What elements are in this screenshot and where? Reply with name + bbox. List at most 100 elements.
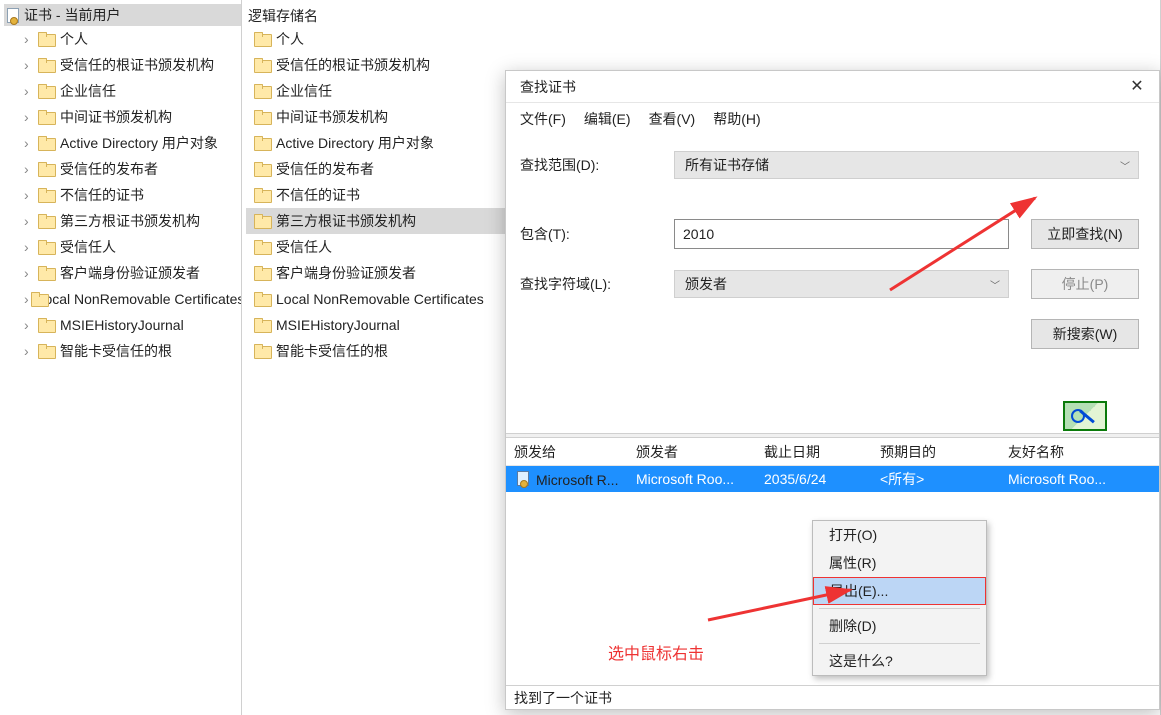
list-item-label: 受信任的发布者 [276, 159, 374, 179]
tree-item-label: 受信任的根证书颁发机构 [60, 55, 214, 75]
result-row[interactable]: Microsoft R... Microsoft Roo... 2035/6/2… [506, 466, 1159, 492]
folder-icon [254, 32, 270, 46]
scope-combo[interactable]: 所有证书存储 ﹀ [674, 151, 1139, 179]
expand-arrow-icon[interactable]: › [24, 317, 36, 333]
expand-arrow-icon[interactable]: › [24, 135, 36, 151]
column-header[interactable]: 逻辑存储名 [242, 0, 1160, 26]
chevron-down-icon: ﹀ [990, 277, 1000, 292]
annotation-text: 选中鼠标右击 [608, 640, 704, 664]
list-item-label: 客户端身份验证颁发者 [276, 263, 416, 283]
folder-icon [38, 266, 54, 280]
context-menu-item[interactable]: 删除(D) [813, 612, 986, 640]
folder-icon [254, 188, 270, 202]
tree-item[interactable]: ›智能卡受信任的根 [4, 338, 241, 364]
grid-header[interactable]: 颁发给 颁发者 截止日期 预期目的 友好名称 [506, 438, 1159, 466]
tree-item[interactable]: › 客户端身份验证颁发者 [4, 260, 241, 286]
tree-root-label: 证书 - 当前用户 [24, 5, 120, 25]
col-purpose[interactable]: 预期目的 [872, 438, 1000, 465]
folder-icon [38, 110, 54, 124]
find-now-button[interactable]: 立即查找(N) [1031, 219, 1139, 249]
menu-edit[interactable]: 编辑(E) [584, 109, 631, 129]
expand-arrow-icon[interactable]: › [24, 31, 36, 47]
tree-item[interactable]: ›Active Directory 用户对象 [4, 130, 241, 156]
list-item[interactable]: 个人 [246, 26, 1160, 52]
tree-root[interactable]: 证书 - 当前用户 [4, 4, 241, 26]
tree-item[interactable]: › 受信任的根证书颁发机构 [4, 52, 241, 78]
folder-icon [254, 344, 270, 358]
field-combo[interactable]: 颁发者 ﹀ [674, 270, 1009, 298]
tree-item-label: 不信任的证书 [60, 185, 144, 205]
context-menu-item[interactable]: 导出(E)... [813, 577, 986, 605]
status-text: 找到了一个证书 [514, 690, 612, 706]
expand-arrow-icon[interactable]: › [24, 239, 36, 255]
expand-arrow-icon[interactable]: › [24, 291, 29, 307]
folder-icon [38, 240, 54, 254]
col-issued-to[interactable]: 颁发给 [506, 438, 628, 465]
tree-item[interactable]: › 个人 [4, 26, 241, 52]
tree-item-label: 第三方根证书颁发机构 [60, 211, 200, 231]
cert-icon [4, 8, 20, 22]
folder-icon [38, 136, 54, 150]
tree-item[interactable]: ›受信任的发布者 [4, 156, 241, 182]
tree-item-label: 客户端身份验证颁发者 [60, 263, 200, 283]
tree-item-label: 中间证书颁发机构 [60, 107, 172, 127]
folder-icon [254, 214, 270, 228]
new-search-button[interactable]: 新搜索(W) [1031, 319, 1139, 349]
list-item-label: 受信任人 [276, 237, 332, 257]
col-issuer[interactable]: 颁发者 [628, 438, 756, 465]
tree-item[interactable]: › MSIEHistoryJournal [4, 312, 241, 338]
results-grid[interactable]: 颁发给 颁发者 截止日期 预期目的 友好名称 Microsoft R... Mi… [506, 438, 1159, 492]
expand-arrow-icon[interactable]: › [24, 83, 36, 99]
dialog-titlebar[interactable]: 查找证书 ✕ [506, 71, 1159, 103]
left-tree-pane: 证书 - 当前用户 ›个人›受信任的根证书颁发机构›企业信任›中间证书颁发机构›… [0, 0, 242, 715]
tree-item[interactable]: › 中间证书颁发机构 [4, 104, 241, 130]
expand-arrow-icon[interactable]: › [24, 57, 36, 73]
folder-icon [38, 188, 54, 202]
tree-item[interactable]: › Local NonRemovable Certificates [4, 286, 241, 312]
tree-item[interactable]: ›企业信任 [4, 78, 241, 104]
stop-button: 停止(P) [1031, 269, 1139, 299]
tree-item-label: 个人 [60, 29, 88, 49]
tree-item-label: Local NonRemovable Certificates [37, 291, 242, 307]
search-stamp-icon [1063, 401, 1107, 431]
context-menu[interactable]: 打开(O)属性(R)导出(E)... 删除(D) 这是什么? [812, 520, 987, 676]
folder-icon [38, 318, 54, 332]
col-expiry[interactable]: 截止日期 [756, 438, 872, 465]
col-friendly[interactable]: 友好名称 [1000, 438, 1159, 465]
menu-help[interactable]: 帮助(H) [713, 109, 760, 129]
list-item-label: 企业信任 [276, 81, 332, 101]
expand-arrow-icon[interactable]: › [24, 161, 36, 177]
tree-item[interactable]: › 第三方根证书颁发机构 [4, 208, 241, 234]
expand-arrow-icon[interactable]: › [24, 109, 36, 125]
list-item-label: MSIEHistoryJournal [276, 317, 400, 333]
tree-item-label: 受信任人 [60, 237, 116, 257]
folder-icon [38, 344, 54, 358]
folder-icon [38, 58, 54, 72]
folder-icon [254, 84, 270, 98]
tree-item-label: MSIEHistoryJournal [60, 317, 184, 333]
field-label: 查找字符域(L): [520, 274, 674, 294]
menu-separator [819, 608, 980, 609]
list-item-label: 第三方根证书颁发机构 [276, 211, 416, 231]
dialog-menubar[interactable]: 文件(F) 编辑(E) 查看(V) 帮助(H) [506, 103, 1159, 139]
context-menu-item[interactable]: 打开(O) [813, 521, 986, 549]
menu-file[interactable]: 文件(F) [520, 109, 566, 129]
tree-item[interactable]: › 不信任的证书 [4, 182, 241, 208]
folder-icon [38, 214, 54, 228]
contains-input[interactable] [674, 219, 1009, 249]
cert-tree[interactable]: 证书 - 当前用户 ›个人›受信任的根证书颁发机构›企业信任›中间证书颁发机构›… [0, 0, 241, 368]
expand-arrow-icon[interactable]: › [24, 213, 36, 229]
menu-view[interactable]: 查看(V) [649, 109, 696, 129]
cell-purpose: <所有> [872, 469, 1000, 489]
context-menu-item[interactable]: 属性(R) [813, 549, 986, 577]
tree-item[interactable]: › 受信任人 [4, 234, 241, 260]
expand-arrow-icon[interactable]: › [24, 265, 36, 281]
expand-arrow-icon[interactable]: › [24, 187, 36, 203]
folder-icon [254, 136, 270, 150]
context-menu-item[interactable]: 这是什么? [813, 647, 986, 675]
close-icon[interactable]: ✕ [1123, 76, 1151, 98]
expand-arrow-icon[interactable]: › [24, 343, 36, 359]
folder-icon [254, 240, 270, 254]
field-value: 颁发者 [685, 274, 727, 294]
cell-issuer: Microsoft Roo... [628, 471, 756, 487]
